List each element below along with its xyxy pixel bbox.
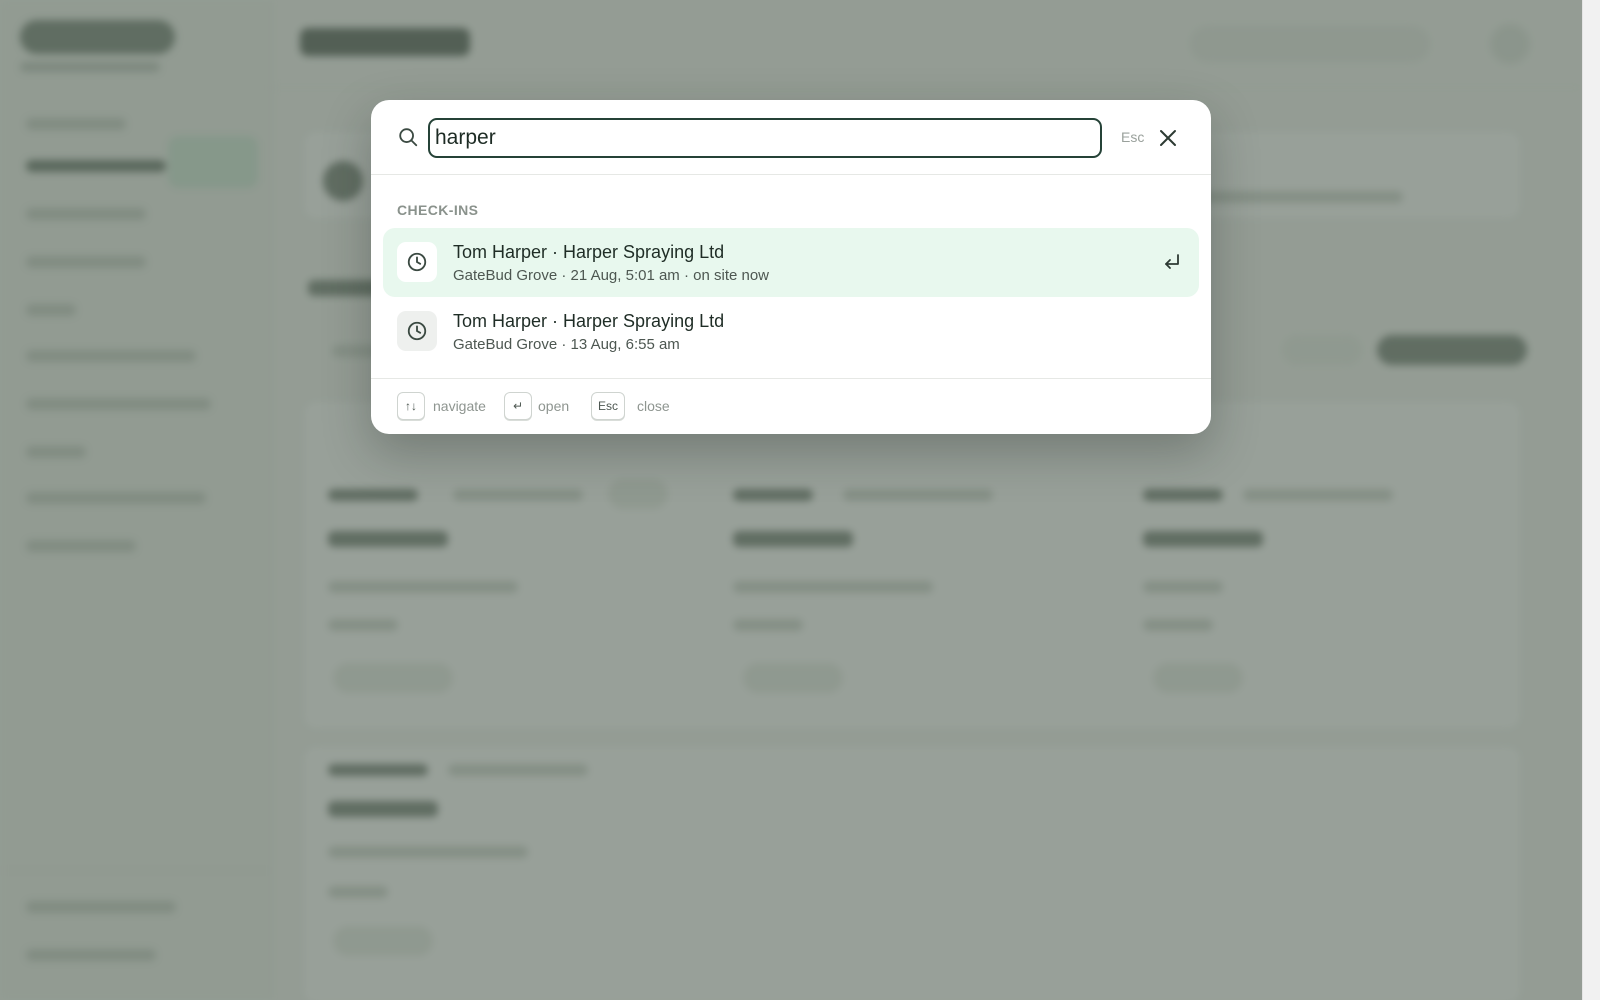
navigate-label: navigate (433, 398, 486, 414)
result-item[interactable]: Tom Harper · Harper Spraying Ltd GateBud… (383, 297, 1199, 366)
clock-icon (397, 242, 437, 282)
result-title: Tom Harper · Harper Spraying Ltd (453, 242, 725, 262)
search-icon (399, 128, 418, 147)
close-icon (1160, 130, 1176, 146)
open-key: ↵ (504, 392, 532, 420)
result-subtitle: GateBud Grove · 21 Aug, 5:01 am · on sit… (453, 267, 770, 284)
result-item[interactable]: Tom Harper · Harper Spraying Ltd GateBud… (383, 228, 1199, 297)
navigate-key: ↑↓ (397, 392, 425, 420)
result-title: Tom Harper · Harper Spraying Ltd (453, 311, 725, 331)
close-key: Esc (591, 392, 626, 420)
close-button[interactable] (1154, 124, 1182, 152)
clock-icon (397, 311, 437, 351)
enter-icon (1165, 254, 1179, 269)
command-palette: Esc CHECK-INS Tom Harper · Harper Sprayi… (371, 100, 1211, 434)
group-label: CHECK-INS (397, 202, 479, 218)
esc-hint: Esc (1121, 129, 1145, 145)
open-label: open (538, 398, 570, 414)
close-label: close (637, 398, 670, 414)
palette-footer: ↑↓ navigate ↵ open Esc close (371, 378, 1211, 434)
page-scrollbar[interactable] (1582, 0, 1600, 1000)
result-subtitle: GateBud Grove · 13 Aug, 6:55 am (453, 336, 680, 353)
search-row: Esc (371, 100, 1211, 175)
search-input[interactable] (428, 118, 1102, 158)
